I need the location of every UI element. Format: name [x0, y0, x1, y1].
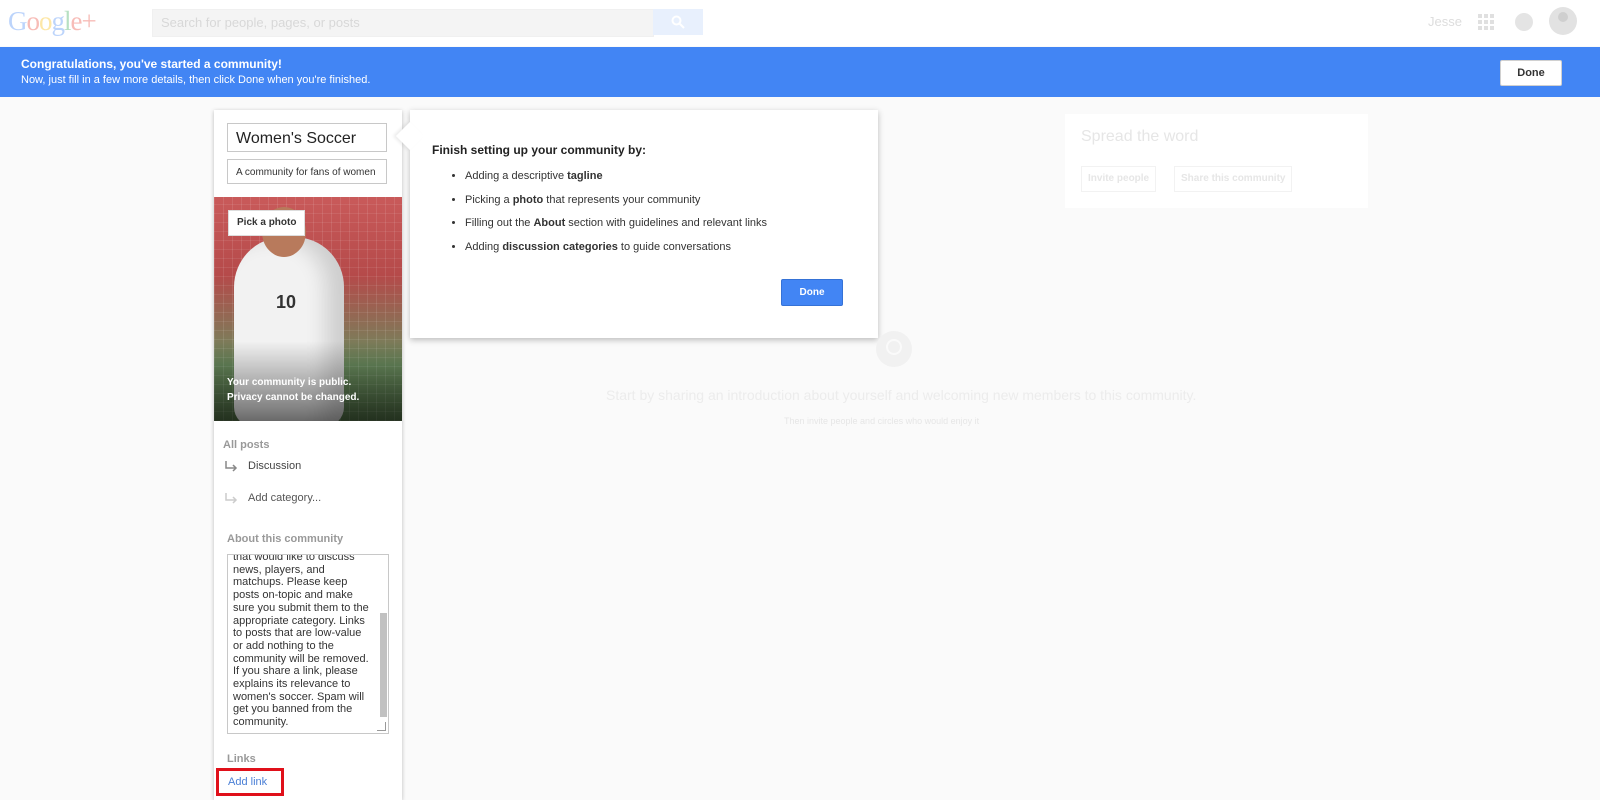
- empty-state-subtext: Then invite people and circles who would…: [784, 416, 980, 426]
- setup-popup: Finish setting up your community by: Add…: [395, 110, 878, 338]
- apps-grid-icon[interactable]: [1478, 14, 1494, 30]
- spread-the-word-card: Spread the word Invite people Share this…: [1065, 114, 1368, 208]
- community-name-input[interactable]: Women's Soccer: [227, 123, 387, 152]
- tagline-input[interactable]: A community for fans of women: [227, 159, 387, 184]
- add-category-button[interactable]: Add category...: [224, 491, 321, 505]
- about-text: that would like to discuss news, players…: [233, 554, 369, 729]
- community-sidebar: Women's Soccer A community for fans of w…: [214, 110, 402, 800]
- setup-checklist: Adding a descriptive tagline Picking a p…: [443, 169, 767, 263]
- spread-title: Spread the word: [1081, 128, 1199, 145]
- pick-photo-button[interactable]: Pick a photo: [228, 210, 306, 236]
- search-box: [152, 9, 654, 37]
- category-discussion[interactable]: Discussion: [224, 459, 301, 473]
- checklist-item: Picking a photo that represents your com…: [465, 193, 767, 217]
- banner-title: Congratulations, you've started a commun…: [21, 57, 282, 71]
- checklist-item: Adding a descriptive tagline: [465, 169, 767, 193]
- scrollbar[interactable]: [380, 613, 387, 717]
- about-label: About this community: [227, 533, 344, 545]
- google-plus-logo[interactable]: Google+: [8, 6, 97, 37]
- setup-banner: Congratulations, you've started a commun…: [0, 47, 1600, 97]
- user-name[interactable]: Jesse: [1428, 14, 1462, 29]
- subcategory-arrow-icon: [225, 461, 238, 472]
- search-button[interactable]: [653, 9, 703, 35]
- banner-subtitle: Now, just fill in a few more details, th…: [21, 74, 371, 86]
- privacy-notice: Your community is public. Privacy cannot…: [227, 377, 360, 403]
- community-empty-icon: [876, 331, 912, 367]
- invite-people-button[interactable]: Invite people: [1081, 166, 1157, 192]
- search-icon: [671, 15, 685, 29]
- subcategory-arrow-icon: [225, 493, 238, 504]
- empty-state-text: Start by sharing an introduction about y…: [606, 387, 1197, 403]
- popup-done-button[interactable]: Done: [781, 279, 843, 306]
- share-community-button[interactable]: Share this community: [1174, 166, 1293, 192]
- checklist-item: Filling out the About section with guide…: [465, 216, 767, 240]
- all-posts-label[interactable]: All posts: [223, 439, 269, 451]
- top-bar: Google+ Jesse: [0, 0, 1600, 46]
- search-input[interactable]: [153, 10, 649, 34]
- community-photo: 10 Pick a photo Your community is public…: [214, 197, 402, 421]
- about-textarea[interactable]: that would like to discuss news, players…: [227, 554, 389, 734]
- links-label: Links: [227, 753, 256, 765]
- avatar[interactable]: [1549, 7, 1577, 35]
- add-link-button[interactable]: Add link: [228, 776, 267, 788]
- notifications-icon[interactable]: [1515, 13, 1533, 31]
- checklist-item: Adding discussion categories to guide co…: [465, 240, 767, 264]
- resize-handle[interactable]: [377, 722, 386, 731]
- banner-done-button[interactable]: Done: [1500, 60, 1562, 86]
- popup-heading: Finish setting up your community by:: [432, 143, 647, 157]
